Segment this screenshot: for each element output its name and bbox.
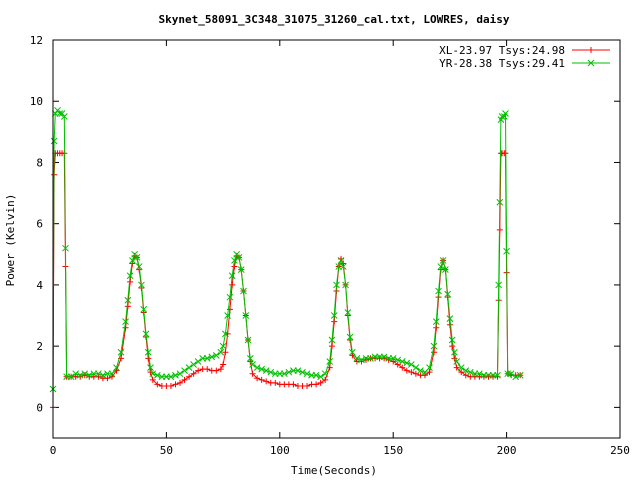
chart-background (0, 0, 640, 480)
y-tick-label: 0 (36, 401, 43, 414)
y-tick-label: 10 (30, 95, 43, 108)
x-tick-label: 150 (383, 444, 403, 457)
chart: 0 50 100 150 200 250 0 2 4 6 8 10 12 Skynet_58091_3C… (0, 0, 640, 480)
x-tick-label: 100 (270, 444, 290, 457)
x-tick-label: 250 (610, 444, 630, 457)
chart-title: Skynet_58091_3C348_31075_31260_cal.txt, … (159, 13, 510, 26)
x-tick-label: 50 (160, 444, 173, 457)
y-tick-label: 6 (36, 218, 43, 231)
y-tick-label: 4 (36, 279, 43, 292)
x-tick-label: 0 (50, 444, 57, 457)
y-axis-label: Power (Kelvin) (4, 194, 17, 287)
legend-label: YR-28.38 Tsys:29.41 (439, 57, 565, 70)
y-tick-label: 8 (36, 156, 43, 169)
x-axis-label: Time(Seconds) (291, 464, 377, 477)
x-tick-label: 200 (497, 444, 517, 457)
legend-label: XL-23.97 Tsys:24.98 (439, 44, 565, 57)
y-tick-label: 12 (30, 34, 43, 47)
y-tick-label: 2 (36, 340, 43, 353)
